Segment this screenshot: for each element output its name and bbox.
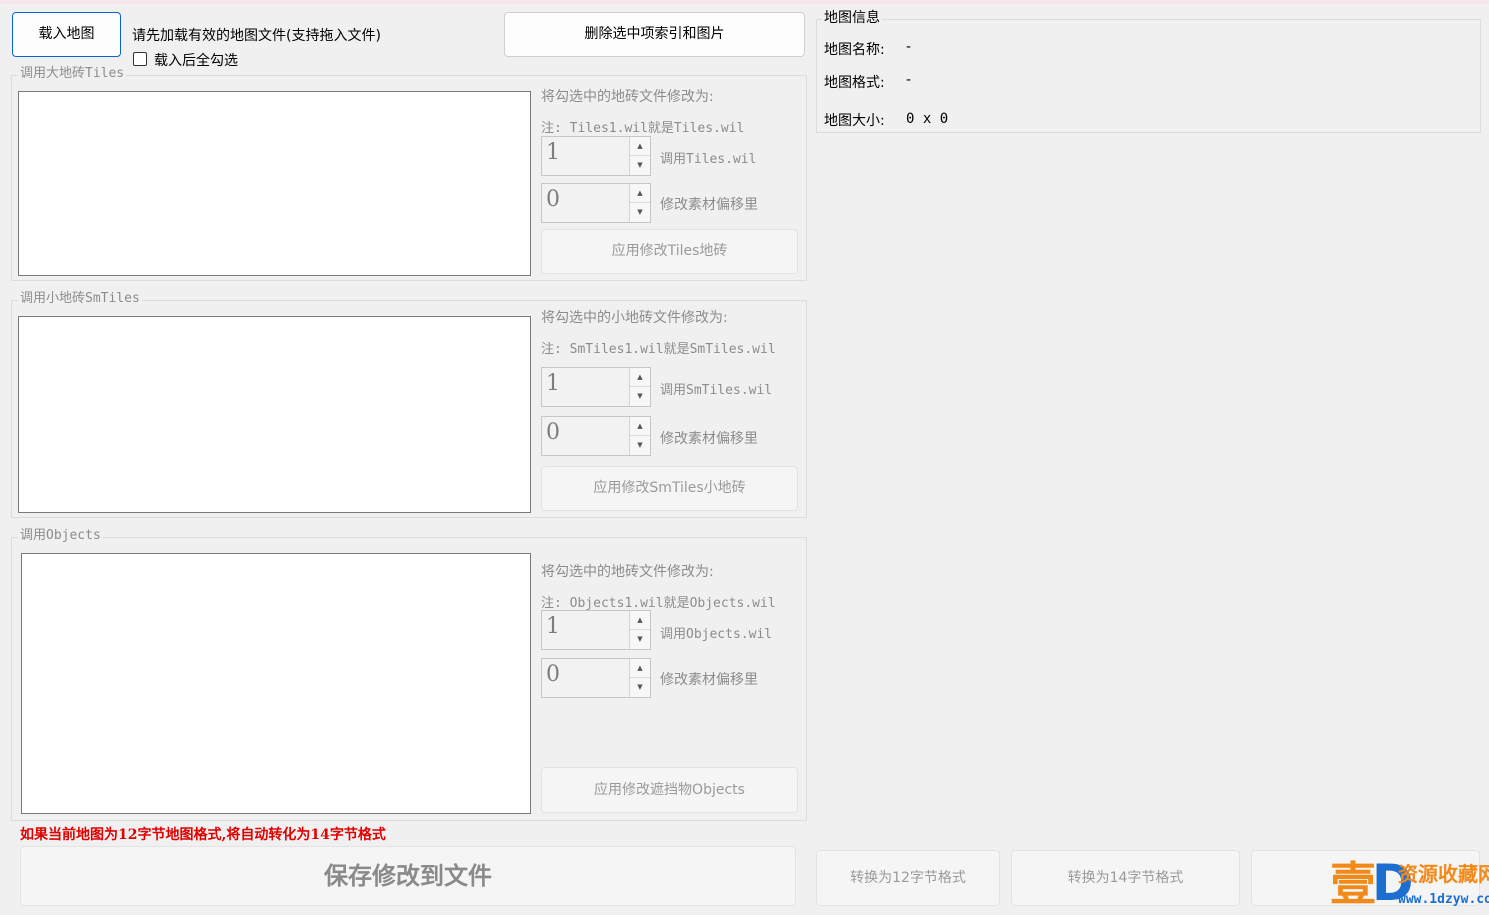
tiles-offset-stepper[interactable]: 0 ▲ ▼ xyxy=(541,183,651,223)
spin-down-icon[interactable]: ▼ xyxy=(630,630,650,649)
save-to-file-button[interactable]: 保存修改到文件 xyxy=(20,846,796,906)
apply-smtiles-button[interactable]: 应用修改SmTiles小地砖 xyxy=(541,466,798,511)
spin-up-icon[interactable]: ▲ xyxy=(630,417,650,436)
apply-tiles-button[interactable]: 应用修改Tiles地砖 xyxy=(541,229,798,274)
select-all-checkbox[interactable] xyxy=(133,52,147,66)
objects-offset-label: 修改素材偏移里 xyxy=(660,672,758,688)
spin-up-icon[interactable]: ▲ xyxy=(630,368,650,387)
map-size-label: 地图大小: xyxy=(824,113,885,129)
objects-offset-value: 0 xyxy=(546,662,560,687)
tiles-index-value: 1 xyxy=(546,140,560,165)
smtiles-offset-label: 修改素材偏移里 xyxy=(660,431,758,447)
objects-index-stepper[interactable]: 1 ▲ ▼ xyxy=(541,610,651,650)
spin-up-icon[interactable]: ▲ xyxy=(630,659,650,678)
smtiles-group-legend: 调用小地砖SmTiles xyxy=(18,291,142,307)
spin-down-icon[interactable]: ▼ xyxy=(630,387,650,406)
smtiles-note: 注: SmTiles1.wil就是SmTiles.wil xyxy=(541,342,776,357)
smtiles-modify-hint: 将勾选中的小地砖文件修改为: xyxy=(541,310,728,326)
tiles-index-label: 调用Tiles.wil xyxy=(660,152,757,167)
smtiles-offset-stepper[interactable]: 0 ▲ ▼ xyxy=(541,416,651,456)
convert-12-byte-button[interactable]: 转换为12字节格式 xyxy=(816,850,1000,906)
spin-up-icon[interactable]: ▲ xyxy=(630,611,650,630)
smtiles-offset-value: 0 xyxy=(546,420,560,445)
objects-offset-stepper[interactable]: 0 ▲ ▼ xyxy=(541,658,651,698)
load-hint-text: 请先加载有效的地图文件(支持拖入文件) xyxy=(132,28,381,44)
tiles-offset-label: 修改素材偏移里 xyxy=(660,197,758,213)
watermark-site-name: 资源收藏网 xyxy=(1398,862,1489,886)
convert-14-byte-button[interactable]: 转换为14字节格式 xyxy=(1011,850,1240,906)
map-name-value: - xyxy=(906,39,912,55)
spin-down-icon[interactable]: ▼ xyxy=(630,436,650,455)
spin-up-icon[interactable]: ▲ xyxy=(630,184,650,203)
window-top-border xyxy=(0,0,1489,4)
spin-down-icon[interactable]: ▼ xyxy=(630,203,650,222)
tiles-group-legend: 调用大地砖Tiles xyxy=(18,66,127,82)
tiles-modify-hint: 将勾选中的地砖文件修改为: xyxy=(541,89,714,105)
watermark-url: www.1dzyw.com xyxy=(1398,892,1489,907)
smtiles-list[interactable] xyxy=(18,316,531,513)
objects-index-label: 调用Objects.wil xyxy=(660,627,773,642)
smtiles-index-stepper[interactable]: 1 ▲ ▼ xyxy=(541,367,651,407)
tiles-note: 注: Tiles1.wil就是Tiles.wil xyxy=(541,121,745,136)
objects-group-legend: 调用Objects xyxy=(18,528,103,544)
site-watermark-logo: 壹 D 资源收藏网 www.1dzyw.com xyxy=(1330,854,1489,914)
smtiles-index-label: 调用SmTiles.wil xyxy=(660,383,773,398)
tiles-offset-value: 0 xyxy=(546,187,560,212)
load-map-button[interactable]: 载入地图 xyxy=(12,12,121,57)
smtiles-index-value: 1 xyxy=(546,371,560,396)
watermark-glyph: 壹 xyxy=(1330,857,1376,911)
apply-objects-button[interactable]: 应用修改遮挡物Objects xyxy=(541,767,798,813)
objects-modify-hint: 将勾选中的地砖文件修改为: xyxy=(541,564,714,580)
spin-up-icon[interactable]: ▲ xyxy=(630,137,650,156)
objects-list[interactable] xyxy=(21,553,531,814)
format-warning-text: 如果当前地图为12字节地图格式,将自动转化为14字节格式 xyxy=(20,827,386,843)
objects-index-value: 1 xyxy=(546,614,560,639)
map-name-label: 地图名称: xyxy=(824,42,885,58)
select-all-label: 载入后全勾选 xyxy=(154,53,238,69)
tiles-index-stepper[interactable]: 1 ▲ ▼ xyxy=(541,136,651,176)
objects-note: 注: Objects1.wil就是Objects.wil xyxy=(541,596,776,611)
map-format-label: 地图格式: xyxy=(824,75,885,91)
tiles-list[interactable] xyxy=(18,91,531,276)
spin-down-icon[interactable]: ▼ xyxy=(630,678,650,697)
map-format-value: - xyxy=(906,72,912,88)
map-info-title: 地图信息 xyxy=(822,10,882,26)
map-size-value: 0 x 0 xyxy=(906,111,949,127)
spin-down-icon[interactable]: ▼ xyxy=(630,156,650,175)
delete-selected-button[interactable]: 删除选中项索引和图片 xyxy=(504,12,805,57)
